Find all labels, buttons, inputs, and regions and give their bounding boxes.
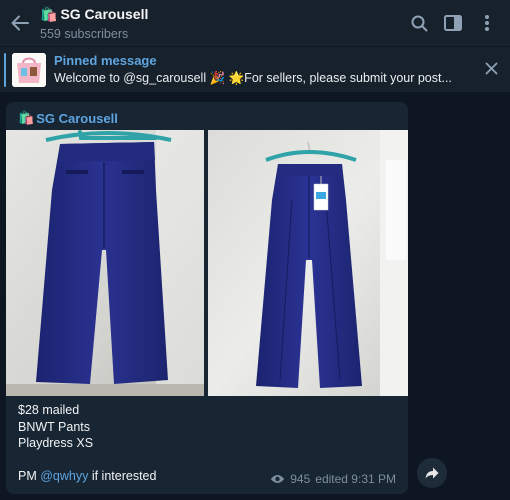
- sender-name: SG Carousell: [36, 110, 118, 126]
- caption-line-item: BNWT Pants: [18, 419, 91, 434]
- shopping-bag-emoji-icon: 🛍️: [40, 5, 58, 22]
- subscriber-count: 559 subscribers: [40, 26, 129, 41]
- chat-title: 🛍️ SG Carousell: [40, 6, 148, 23]
- pinned-thumbnail: [12, 52, 46, 87]
- chat-title-text: SG Carousell: [60, 6, 149, 22]
- pinned-label: Pinned message: [54, 53, 157, 68]
- back-arrow-icon: [11, 15, 29, 31]
- pinned-message-bar[interactable]: Pinned message Welcome to @sg_carousell …: [0, 46, 510, 92]
- message-caption: $28 mailed BNWT Pants Playdress XS PM @q…: [18, 402, 156, 485]
- message-meta: 945 edited 9:31 PM: [270, 472, 396, 486]
- more-vertical-icon: [485, 15, 489, 31]
- close-pinned-button[interactable]: [485, 59, 498, 80]
- chat-background-area: [408, 92, 510, 500]
- caption-line-contact: PM @qwhyy if interested: [18, 468, 156, 485]
- caption-line-price: $28 mailed: [18, 403, 80, 417]
- pm-suffix: if interested: [88, 469, 157, 483]
- more-options-button[interactable]: [470, 0, 504, 46]
- photo-pants-front[interactable]: [208, 130, 408, 396]
- pinned-accent-line: [4, 52, 6, 87]
- view-count: 945: [290, 472, 311, 486]
- edited-timestamp: edited 9:31 PM: [315, 472, 396, 486]
- pm-prefix: PM: [18, 469, 41, 483]
- share-arrow-icon: [425, 467, 439, 479]
- sidebar-toggle-button[interactable]: [436, 0, 470, 46]
- search-button[interactable]: [402, 0, 436, 46]
- photo-pants-back[interactable]: [6, 130, 204, 396]
- pinned-preview-text: Welcome to @sg_carousell 🎉 🌟For sellers,…: [54, 71, 452, 85]
- message-sender[interactable]: 🛍️ SG Carousell: [18, 110, 118, 126]
- search-icon: [411, 15, 427, 31]
- sidebar-toggle-icon: [444, 15, 462, 31]
- chat-title-block[interactable]: 🛍️ SG Carousell 559 subscribers: [40, 6, 148, 41]
- back-button[interactable]: [0, 0, 40, 46]
- share-button[interactable]: [417, 458, 447, 488]
- chat-header: 🛍️ SG Carousell 559 subscribers: [0, 0, 510, 46]
- shopping-bag-emoji-icon: 🛍️: [18, 110, 35, 125]
- eye-icon: [271, 475, 285, 483]
- seller-mention-link[interactable]: @qwhyy: [40, 469, 88, 483]
- caption-line-brand-size: Playdress XS: [18, 436, 94, 450]
- close-icon: [485, 62, 498, 75]
- message-bubble[interactable]: 🛍️ SG Carousell $28 mailed BNWT Pants Pl…: [6, 102, 408, 494]
